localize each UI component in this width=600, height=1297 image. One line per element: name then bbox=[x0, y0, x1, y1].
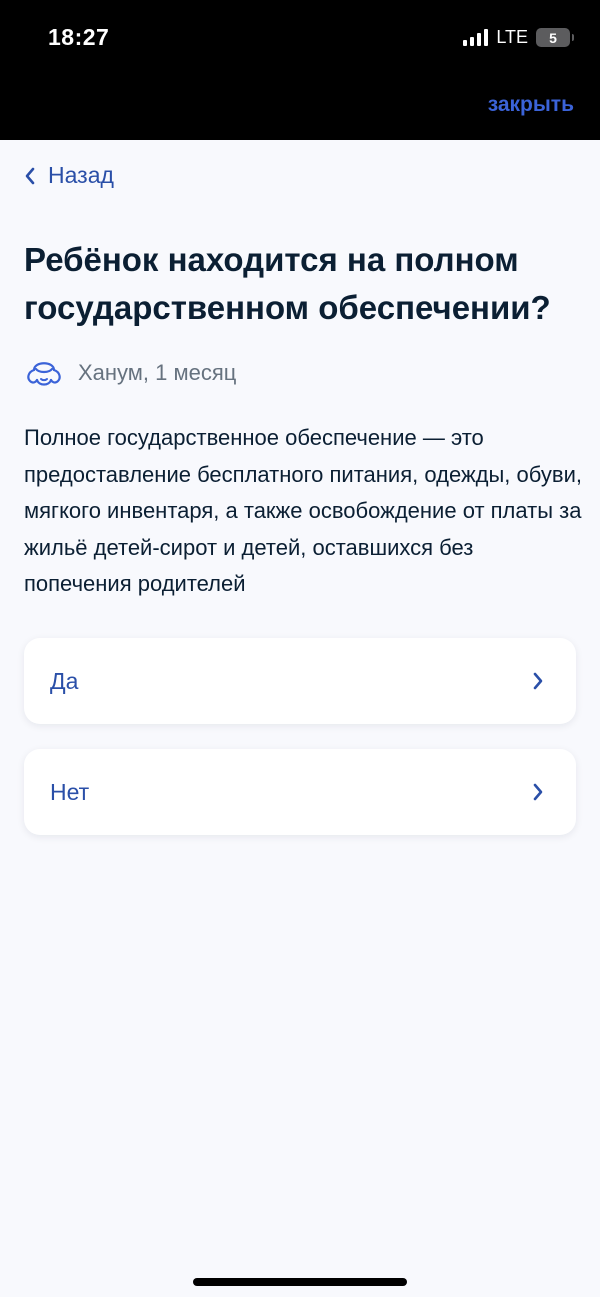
option-yes[interactable]: Да bbox=[24, 638, 576, 724]
network-label: LTE bbox=[496, 27, 528, 47]
child-name: Ханум, 1 месяц bbox=[78, 360, 237, 385]
battery-icon: 5 bbox=[536, 28, 574, 47]
option-yes-label: Да bbox=[50, 667, 79, 694]
child-face-icon bbox=[27, 362, 61, 386]
option-no-label: Нет bbox=[50, 778, 90, 805]
page-title: Ребёнок находится на полном государствен… bbox=[24, 241, 551, 326]
option-no[interactable]: Нет bbox=[24, 749, 576, 835]
back-link-label: Назад bbox=[48, 162, 114, 188]
child-info: Ханум, 1 месяц bbox=[24, 356, 236, 390]
status-time: 18:27 bbox=[48, 24, 110, 50]
top-bar: 18:27 LTE 5 закрыть bbox=[0, 0, 600, 140]
status-indicators: LTE 5 bbox=[463, 27, 574, 48]
chevron-right-icon bbox=[533, 783, 543, 801]
close-link[interactable]: закрыть bbox=[488, 93, 574, 117]
home-indicator[interactable] bbox=[193, 1278, 407, 1286]
signal-bars-icon bbox=[463, 29, 489, 46]
back-link[interactable]: Назад bbox=[24, 162, 114, 189]
chevron-left-icon bbox=[25, 167, 35, 184]
battery-level: 5 bbox=[549, 29, 557, 46]
description-text: Полное государственное обеспечение — это… bbox=[24, 425, 582, 596]
chevron-right-icon bbox=[533, 672, 543, 690]
